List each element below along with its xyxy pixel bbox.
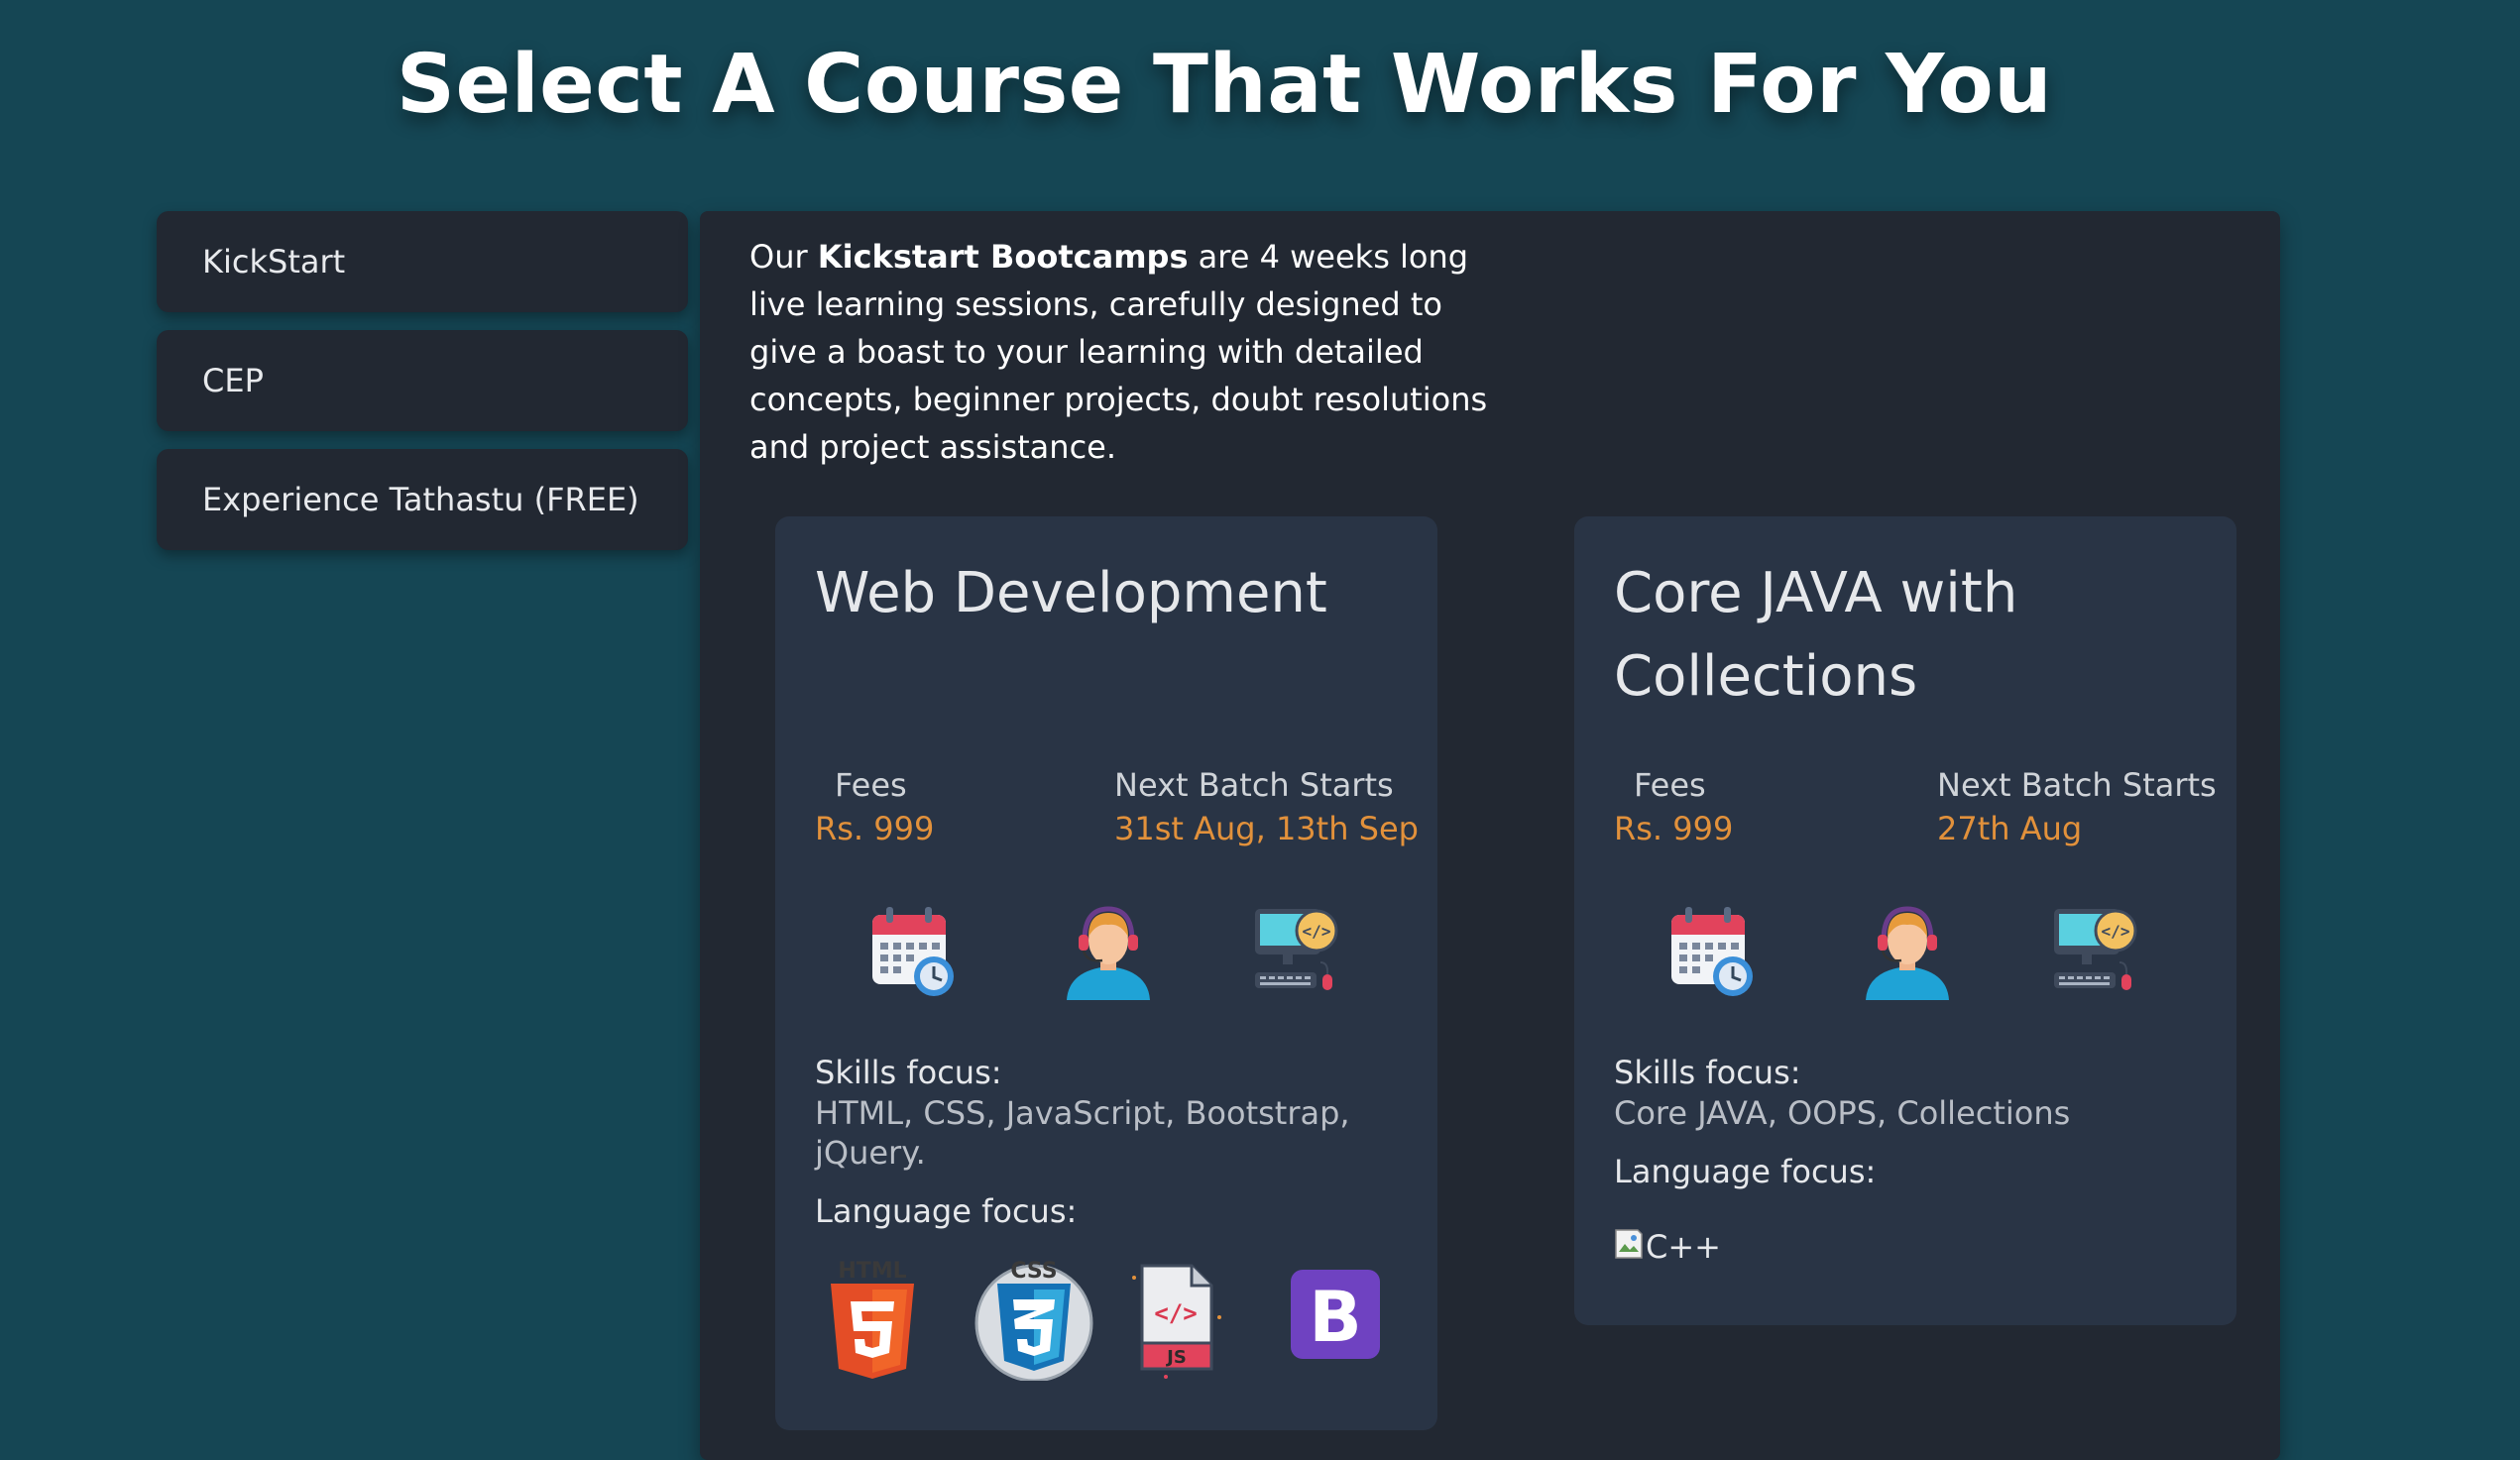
fees-value: Rs. 999 (1614, 810, 1734, 847)
skills-focus-label: Skills focus: (815, 1054, 1002, 1091)
course-card-core-java[interactable]: Core JAVA with Collections Fees Rs. 999 … (1574, 516, 2236, 1325)
intro-text: Our Kickstart Bootcamps are 4 weeks long… (749, 233, 1503, 471)
next-batch-label: Next Batch Starts (1114, 766, 1394, 804)
html5-logo-icon: HTML (827, 1258, 918, 1385)
course-category-sidebar: KickStart CEP Experience Tathastu (FREE) (157, 211, 688, 568)
language-logos: HTML CSS </> JS B (775, 1258, 1437, 1387)
course-card-web-development[interactable]: Web Development Fees Rs. 999 Next Batch … (775, 516, 1437, 1430)
intro-lead: Our (749, 238, 818, 276)
fees-label: Fees (1634, 766, 1706, 804)
cpp-logo-broken-image: C++ (1614, 1228, 1721, 1266)
course-panel: Our Kickstart Bootcamps are 4 weeks long… (700, 211, 2280, 1460)
intro-highlight: Kickstart Bootcamps (817, 238, 1189, 276)
bootstrap-logo-text: B (1309, 1277, 1361, 1358)
feature-icons: </> (1574, 901, 2236, 1000)
course-title: Web Development (815, 561, 1327, 625)
calendar-clock-icon (864, 901, 964, 1000)
computer-code-icon: </> (2048, 901, 2147, 1000)
html-logo-text: HTML (838, 1259, 906, 1284)
language-focus-label: Language focus: (815, 1192, 1078, 1230)
feature-icons: </> (775, 901, 1437, 1000)
bootstrap-logo-icon: B (1289, 1268, 1382, 1365)
calendar-clock-icon (1663, 901, 1763, 1000)
fees-value: Rs. 999 (815, 810, 935, 847)
skills-focus-value: Core JAVA, OOPS, Collections (1614, 1094, 2071, 1132)
next-batch-value: 27th Aug (1937, 810, 2083, 847)
fees-label: Fees (835, 766, 907, 804)
tab-kickstart[interactable]: KickStart (157, 211, 688, 312)
support-agent-icon (1059, 901, 1158, 1000)
svg-text:</>: </> (1154, 1299, 1197, 1327)
js-logo-text: JS (1165, 1347, 1187, 1368)
skills-focus-value: HTML, CSS, JavaScript, Bootstrap, jQuery… (815, 1094, 1350, 1172)
skills-focus-label: Skills focus: (1614, 1054, 1801, 1091)
next-batch-value: 31st Aug, 13th Sep (1114, 810, 1419, 847)
language-focus-label: Language focus: (1614, 1153, 1877, 1190)
computer-code-icon: </> (1249, 901, 1348, 1000)
tab-experience-tathastu[interactable]: Experience Tathastu (FREE) (157, 449, 688, 550)
css3-logo-icon: CSS (972, 1258, 1096, 1385)
cpp-alt-text: C++ (1646, 1228, 1721, 1266)
course-title: Core JAVA with Collections (1614, 561, 2018, 709)
svg-text:</>: </> (2102, 922, 2130, 941)
page-title: Select A Course That Works For You (396, 38, 2053, 132)
support-agent-icon (1858, 901, 1957, 1000)
javascript-file-icon: </> JS (1126, 1258, 1225, 1385)
next-batch-label: Next Batch Starts (1937, 766, 2217, 804)
css-logo-text: CSS (1010, 1259, 1057, 1284)
tab-cep[interactable]: CEP (157, 330, 688, 431)
svg-text:</>: </> (1303, 922, 1331, 941)
broken-image-icon (1614, 1228, 1644, 1260)
